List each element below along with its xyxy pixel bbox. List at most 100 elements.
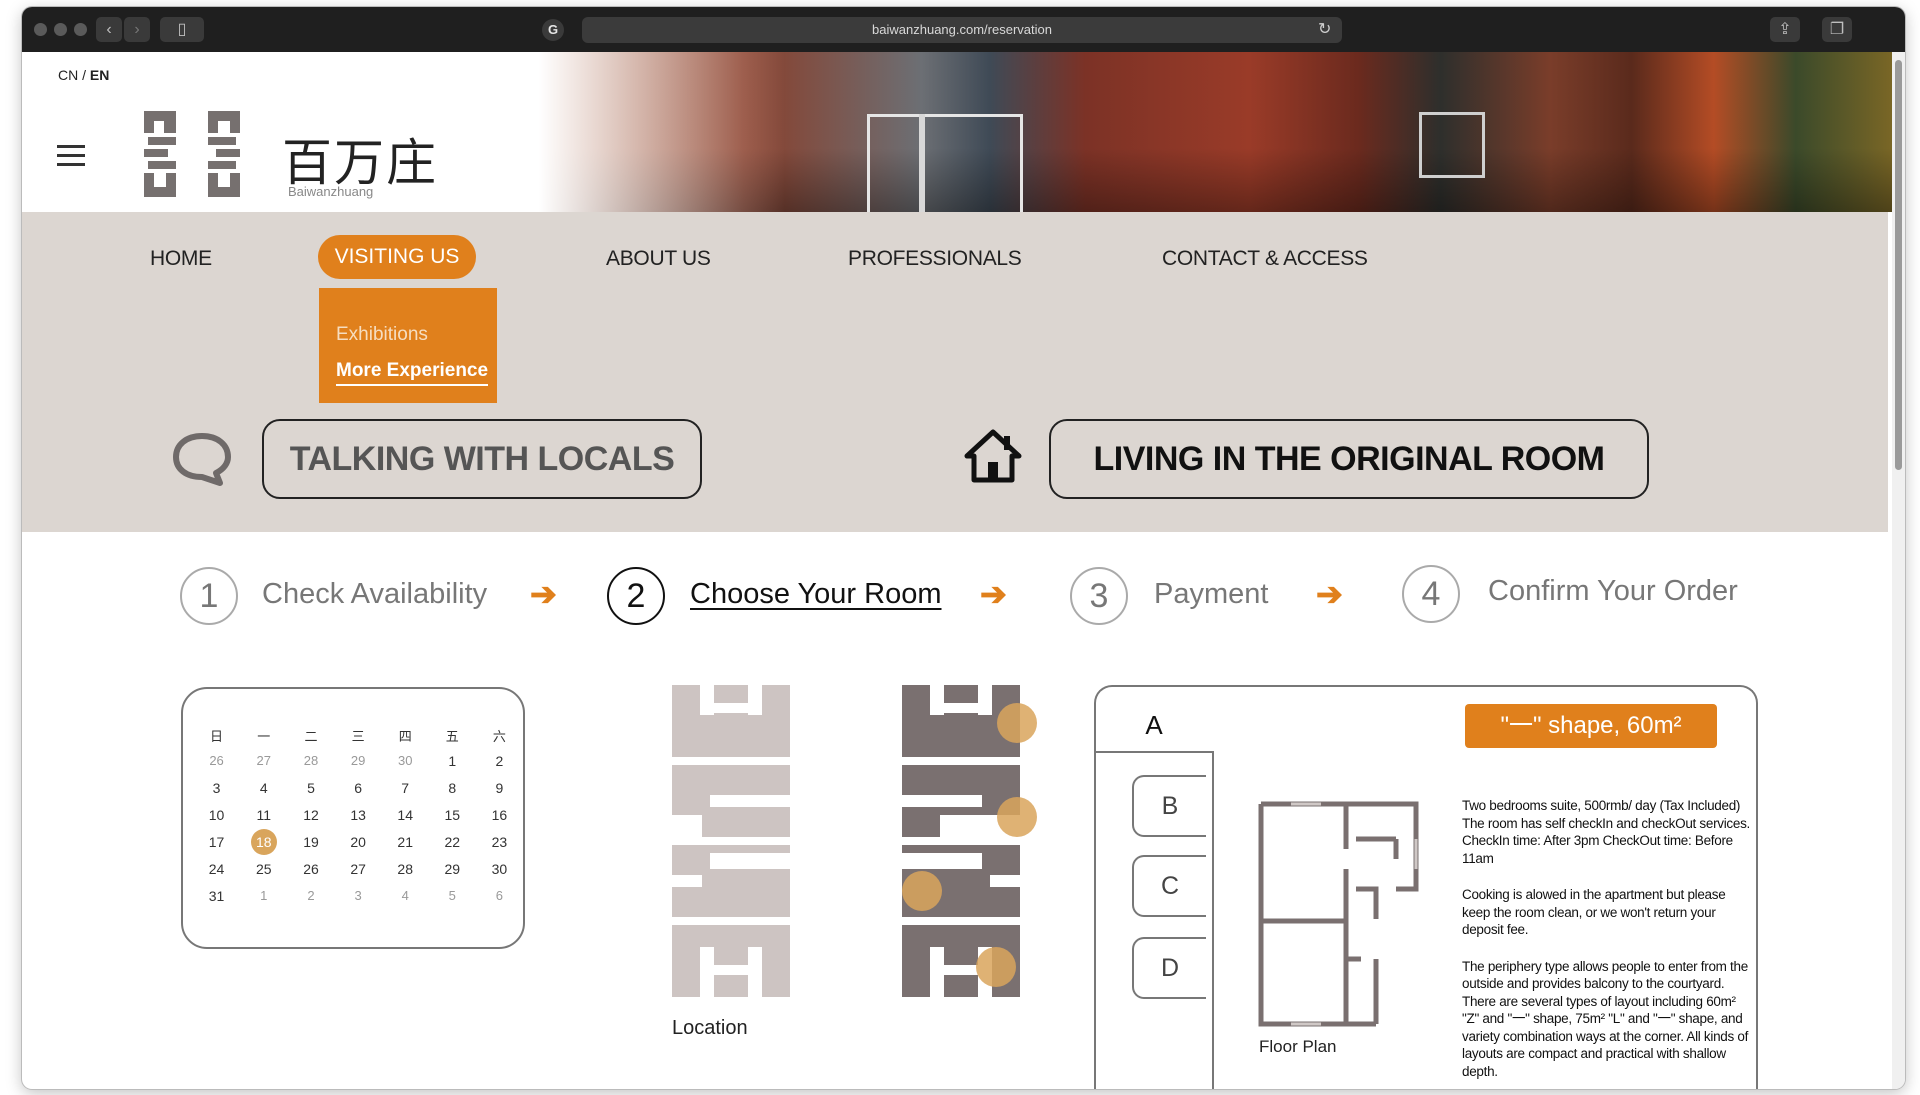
nav-about-us[interactable]: ABOUT US bbox=[606, 247, 711, 271]
back-icon[interactable]: ‹ bbox=[96, 17, 122, 42]
lang-cn[interactable]: CN bbox=[58, 67, 78, 83]
weekday-label: 四 bbox=[398, 728, 412, 744]
calendar-day[interactable]: 5 bbox=[287, 774, 334, 801]
browser-window: ‹ › ▯ G baiwanzhuang.com/reservation ↻ ⇪… bbox=[22, 7, 1905, 1089]
location-label: Location bbox=[672, 1017, 748, 1039]
zoom-window-icon[interactable] bbox=[74, 23, 87, 36]
logo-icon[interactable] bbox=[144, 111, 254, 197]
calendar-day[interactable]: 28 bbox=[382, 855, 429, 882]
calendar-day: 5 bbox=[448, 888, 456, 903]
calendar-day: 6 bbox=[495, 888, 504, 903]
calendar-day[interactable]: 30 bbox=[476, 855, 523, 882]
room-selection-map[interactable] bbox=[902, 685, 1062, 997]
minimize-window-icon[interactable] bbox=[54, 23, 67, 36]
calendar-day[interactable]: 27 bbox=[335, 855, 382, 882]
room-description: Two bedrooms suite, 500rmb/ day (Tax Inc… bbox=[1462, 797, 1752, 1089]
room-shape-badge: "一" shape, 60m² bbox=[1465, 704, 1717, 748]
talking-with-locals-button[interactable]: TALKING WITH LOCALS bbox=[262, 419, 702, 499]
calendar-day[interactable]: 25 bbox=[240, 855, 287, 882]
room-tab-c[interactable]: C bbox=[1132, 855, 1206, 917]
calendar-day[interactable]: 31 bbox=[193, 882, 240, 909]
weekday-label: 五 bbox=[445, 728, 459, 744]
calendar-day[interactable]: 10 bbox=[193, 801, 240, 828]
step-payment[interactable]: Payment bbox=[1154, 578, 1268, 611]
calendar-day: 28 bbox=[303, 753, 319, 768]
calendar-day[interactable]: 20 bbox=[335, 828, 382, 855]
living-original-room-button[interactable]: LIVING IN THE ORIGINAL ROOM bbox=[1049, 419, 1649, 499]
calendar-day[interactable]: 16 bbox=[476, 801, 523, 828]
dropdown-exhibitions[interactable]: Exhibitions bbox=[336, 324, 428, 346]
close-window-icon[interactable] bbox=[34, 23, 47, 36]
house-icon bbox=[964, 429, 1022, 483]
calendar-day[interactable]: 8 bbox=[429, 774, 476, 801]
weekday-label: 日 bbox=[210, 728, 224, 744]
room-description-pricing: Two bedrooms suite, 500rmb/ day (Tax Inc… bbox=[1462, 798, 1750, 866]
calendar-day[interactable]: 29 bbox=[429, 855, 476, 882]
calendar-day[interactable]: 3 bbox=[193, 774, 240, 801]
calendar-day[interactable]: 23 bbox=[476, 828, 523, 855]
calendar-day[interactable]: 4 bbox=[240, 774, 287, 801]
chat-icon bbox=[173, 433, 231, 486]
room-tab-a[interactable]: A bbox=[1096, 687, 1212, 753]
scrollbar-thumb[interactable] bbox=[1895, 60, 1902, 470]
calendar-day[interactable]: 12 bbox=[287, 801, 334, 828]
calendar-day[interactable]: 9 bbox=[476, 774, 523, 801]
extension-icon[interactable]: G bbox=[542, 19, 564, 41]
share-icon[interactable]: ⇪ bbox=[1770, 17, 1800, 42]
hero-photo bbox=[539, 52, 1905, 218]
calendar-day[interactable]: 15 bbox=[429, 801, 476, 828]
lang-en[interactable]: EN bbox=[90, 67, 109, 83]
calendar-day[interactable]: 14 bbox=[382, 801, 429, 828]
arrow-right-icon: ➔ bbox=[980, 576, 1007, 612]
visiting-dropdown: Exhibitions More Experience bbox=[319, 288, 497, 403]
room-tab-b[interactable]: B bbox=[1132, 775, 1206, 837]
arrow-right-icon: ➔ bbox=[530, 576, 557, 612]
location-map bbox=[672, 685, 790, 997]
calendar-day[interactable]: 21 bbox=[382, 828, 429, 855]
language-switch[interactable]: CN / EN bbox=[58, 67, 109, 83]
calendar-day: 30 bbox=[397, 753, 413, 768]
calendar-day[interactable]: 6 bbox=[335, 774, 382, 801]
calendar-day-today[interactable]: 18 bbox=[240, 828, 287, 855]
step-choose-your-room[interactable]: Choose Your Room bbox=[690, 578, 942, 611]
dropdown-more-experience[interactable]: More Experience bbox=[336, 360, 489, 386]
calendar-day: 4 bbox=[401, 888, 409, 903]
calendar-day[interactable]: 17 bbox=[193, 828, 240, 855]
step-4-circle[interactable]: 4 bbox=[1402, 565, 1460, 623]
calendar-day[interactable]: 11 bbox=[240, 801, 287, 828]
calendar-day[interactable]: 7 bbox=[382, 774, 429, 801]
calendar-day[interactable]: 1 bbox=[429, 747, 476, 774]
weekday-label: 六 bbox=[492, 728, 506, 744]
menu-icon[interactable] bbox=[57, 145, 85, 172]
forward-icon[interactable]: › bbox=[124, 17, 150, 42]
calendar-day[interactable]: 19 bbox=[287, 828, 334, 855]
step-1-circle[interactable]: 1 bbox=[180, 567, 238, 625]
weekday-label: 三 bbox=[351, 728, 365, 744]
weekday-label: 一 bbox=[257, 728, 271, 744]
step-confirm-order[interactable]: Confirm Your Order bbox=[1488, 575, 1738, 608]
address-bar[interactable]: baiwanzhuang.com/reservation bbox=[582, 17, 1342, 43]
calendar-day[interactable]: 2 bbox=[476, 747, 523, 774]
reload-icon[interactable]: ↻ bbox=[1318, 17, 1331, 43]
floor-plan-label: Floor Plan bbox=[1259, 1037, 1337, 1056]
brand-name-en: Baiwanzhuang bbox=[288, 184, 374, 199]
calendar-day[interactable]: 24 bbox=[193, 855, 240, 882]
nav-home[interactable]: HOME bbox=[150, 247, 212, 271]
room-tab-d[interactable]: D bbox=[1132, 937, 1206, 999]
calendar-day[interactable]: 13 bbox=[335, 801, 382, 828]
step-3-circle[interactable]: 3 bbox=[1070, 567, 1128, 625]
calendar-day: 29 bbox=[350, 753, 366, 768]
nav-visiting-us[interactable]: VISITING US bbox=[318, 235, 476, 279]
tabs-icon[interactable]: ❐ bbox=[1822, 17, 1852, 42]
calendar-day[interactable]: 26 bbox=[287, 855, 334, 882]
calendar-day: 2 bbox=[307, 888, 315, 903]
nav-professionals[interactable]: PROFESSIONALS bbox=[848, 247, 1022, 271]
calendar-day[interactable]: 22 bbox=[429, 828, 476, 855]
floor-plan-drawing bbox=[1258, 801, 1419, 1027]
step-check-availability[interactable]: Check Availability bbox=[262, 578, 487, 611]
scrollbar[interactable] bbox=[1892, 52, 1905, 1089]
nav-contact-access[interactable]: CONTACT & ACCESS bbox=[1162, 247, 1368, 271]
browser-toolbar: ‹ › ▯ G baiwanzhuang.com/reservation ↻ ⇪… bbox=[22, 7, 1905, 52]
step-2-circle[interactable]: 2 bbox=[607, 567, 665, 625]
sidebar-icon[interactable]: ▯ bbox=[160, 17, 204, 42]
